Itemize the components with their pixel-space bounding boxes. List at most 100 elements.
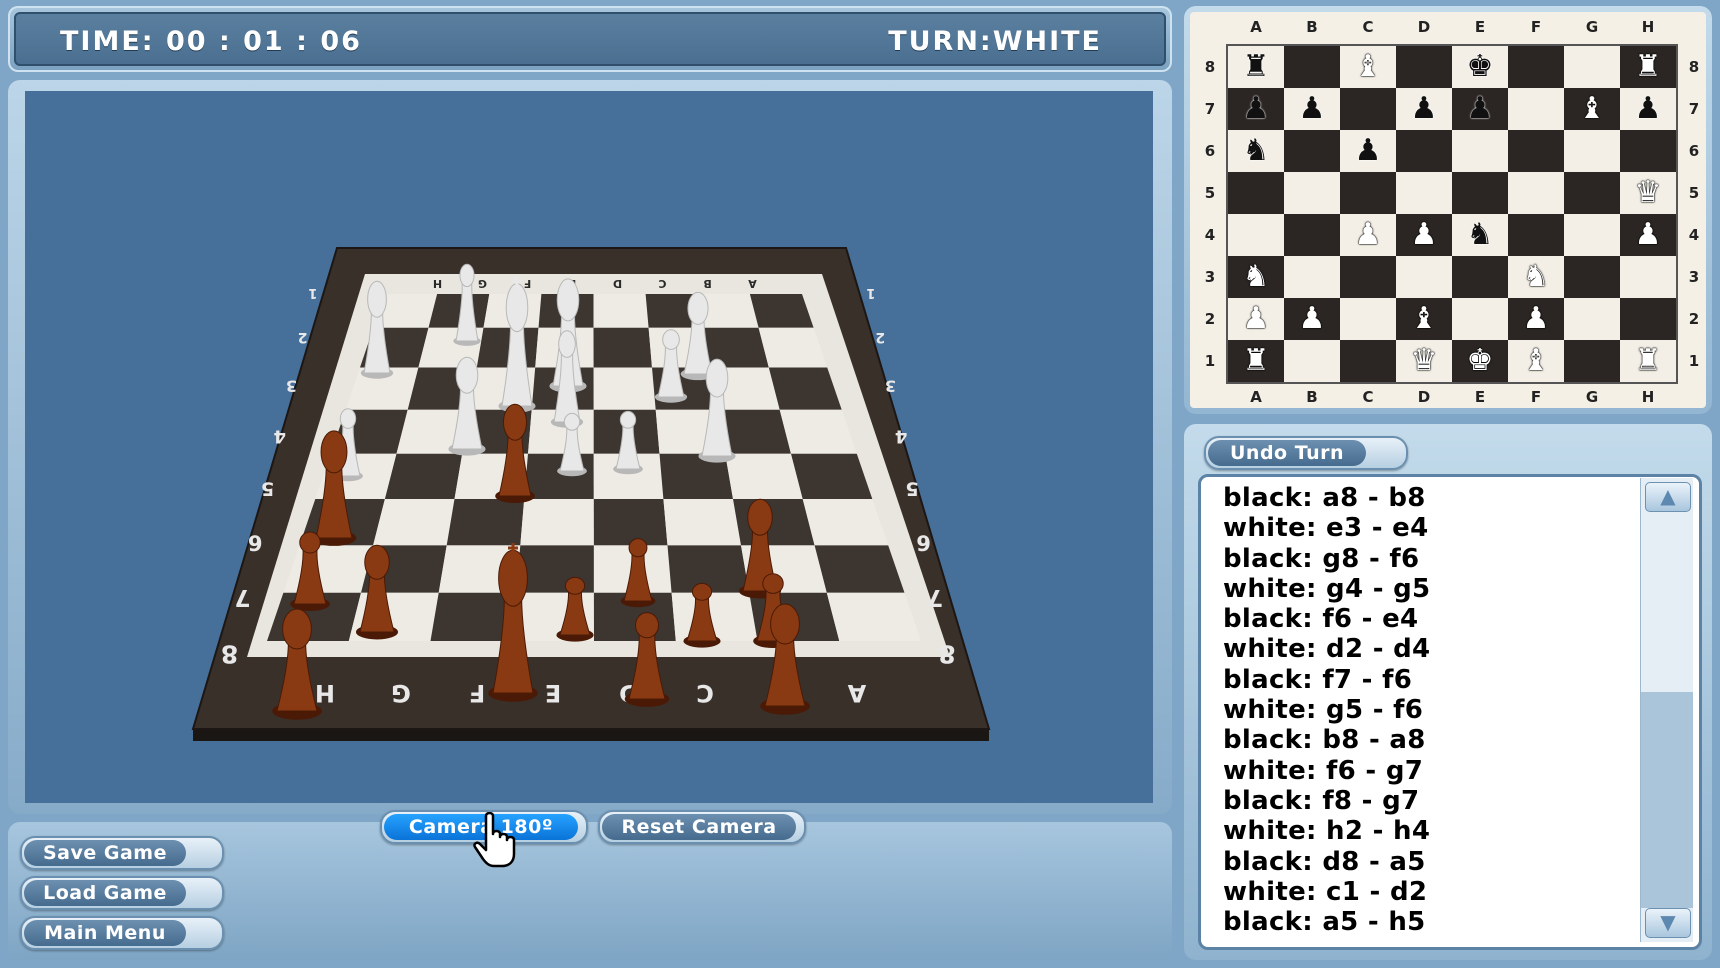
- move-entry: white: h2 - h4: [1223, 816, 1431, 847]
- black-knight-icon[interactable]: ♞: [1228, 130, 1284, 172]
- hand-cursor-icon: [473, 812, 516, 868]
- board-square[interactable]: [1452, 256, 1508, 298]
- white-pawn-icon[interactable]: ♟: [1620, 214, 1676, 256]
- black-pawn-icon[interactable]: ♟: [1340, 130, 1396, 172]
- board-square[interactable]: [1284, 256, 1340, 298]
- file-label: E: [1474, 18, 1486, 36]
- board-square[interactable]: [1564, 172, 1620, 214]
- white-rook-icon[interactable]: ♜: [1228, 340, 1284, 382]
- board-square[interactable]: [1452, 298, 1508, 340]
- chess-3d-board[interactable]: HGFEDCBAHGFEDCBA1122334455667788: [25, 91, 1153, 803]
- file-label: H: [1641, 388, 1655, 406]
- undo-turn-button[interactable]: Undo Turn: [1204, 436, 1408, 470]
- file-label: E: [1474, 388, 1486, 406]
- board-square[interactable]: [1396, 256, 1452, 298]
- load-game-button[interactable]: Load Game: [20, 876, 224, 910]
- board-square[interactable]: [1284, 130, 1340, 172]
- white-pawn-icon[interactable]: ♟: [1284, 298, 1340, 340]
- board-square[interactable]: [1564, 130, 1620, 172]
- undo-turn-label: Undo Turn: [1208, 440, 1366, 466]
- board-square[interactable]: [1284, 172, 1340, 214]
- black-pawn-icon[interactable]: ♟: [1284, 88, 1340, 130]
- white-bishop-icon[interactable]: ♝: [1508, 340, 1564, 382]
- board-square[interactable]: [1508, 130, 1564, 172]
- board-square[interactable]: [1508, 214, 1564, 256]
- scroll-down-arrow-icon[interactable]: ▼: [1645, 908, 1691, 938]
- move-list-scrollbar[interactable]: ▲ ▼: [1640, 478, 1693, 942]
- rank-label: 5: [1204, 184, 1216, 202]
- board3d-file-label: F: [524, 277, 532, 290]
- save-game-button[interactable]: Save Game: [20, 836, 224, 870]
- black-rook-icon[interactable]: ♜: [1228, 46, 1284, 88]
- minimap-board: ♜ ♝ ♚ ♜ ♟ ♟ ♟ ♟ ♝ ♟ ♞ ♟ ♛ ♟ ♟ ♞ ♟ ♞ ♞ ♟ ♟ ♝ ♟ ♜ ♛ ♚ ♝ ♜: [1226, 44, 1678, 384]
- white-queen-icon[interactable]: ♛: [1396, 340, 1452, 382]
- white-rook-icon[interactable]: ♜: [1620, 46, 1676, 88]
- board-square[interactable]: [1340, 298, 1396, 340]
- board3d-file-label: A: [847, 679, 866, 707]
- chess-3d-viewport[interactable]: HGFEDCBAHGFEDCBA1122334455667788: [25, 91, 1153, 803]
- board3d-rank-label: 4: [273, 426, 286, 447]
- board-square[interactable]: [1284, 340, 1340, 382]
- board-square[interactable]: [1508, 172, 1564, 214]
- board-square[interactable]: [1340, 256, 1396, 298]
- board-square[interactable]: [1284, 46, 1340, 88]
- board-square[interactable]: [1564, 214, 1620, 256]
- white-pawn-icon[interactable]: ♟: [1396, 214, 1452, 256]
- main-menu-label: Main Menu: [24, 920, 186, 946]
- file-label: B: [1306, 388, 1318, 406]
- black-king-icon[interactable]: ♚: [1452, 46, 1508, 88]
- white-rook-icon[interactable]: ♜: [1620, 340, 1676, 382]
- board-square[interactable]: [1620, 130, 1676, 172]
- black-pawn-icon[interactable]: ♟: [1452, 88, 1508, 130]
- scrollbar-thumb[interactable]: [1641, 692, 1693, 908]
- rank-label: 1: [1204, 352, 1216, 370]
- board3d-rank-label: 5: [906, 477, 919, 499]
- black-pawn-icon[interactable]: ♟: [1396, 88, 1452, 130]
- board-square[interactable]: [1620, 298, 1676, 340]
- scroll-up-arrow-icon[interactable]: ▲: [1645, 482, 1691, 512]
- white-pawn-icon[interactable]: ♟: [1340, 214, 1396, 256]
- board-square[interactable]: [1340, 340, 1396, 382]
- board-square[interactable]: [1228, 214, 1284, 256]
- white-bishop-icon[interactable]: ♝: [1340, 46, 1396, 88]
- board-square[interactable]: [1340, 88, 1396, 130]
- board-square[interactable]: [1564, 340, 1620, 382]
- board-square[interactable]: [1228, 172, 1284, 214]
- board-square[interactable]: [1620, 256, 1676, 298]
- board-square[interactable]: [1340, 172, 1396, 214]
- white-knight-icon[interactable]: ♞: [1508, 256, 1564, 298]
- file-label: H: [1641, 18, 1655, 36]
- board-square[interactable]: [1396, 130, 1452, 172]
- board-square[interactable]: [1564, 298, 1620, 340]
- white-queen-icon[interactable]: ♛: [1620, 172, 1676, 214]
- board3d-file-label: D: [613, 277, 622, 290]
- board3d-file-label: H: [315, 679, 335, 707]
- board-square[interactable]: [1396, 172, 1452, 214]
- board-square[interactable]: [1452, 172, 1508, 214]
- black-pawn-icon[interactable]: ♟: [1620, 88, 1676, 130]
- white-knight-icon[interactable]: ♞: [1228, 256, 1284, 298]
- file-label: C: [1362, 18, 1374, 36]
- black-knight-icon[interactable]: ♞: [1452, 214, 1508, 256]
- board-square[interactable]: [1508, 46, 1564, 88]
- black-pawn-icon[interactable]: ♟: [1228, 88, 1284, 130]
- white-bishop-icon[interactable]: ♝: [1396, 298, 1452, 340]
- board-square[interactable]: [1396, 46, 1452, 88]
- main-menu-button[interactable]: Main Menu: [20, 916, 224, 950]
- board3d-square: [520, 499, 594, 546]
- board-square[interactable]: [1452, 130, 1508, 172]
- board-square[interactable]: [1564, 256, 1620, 298]
- rank-label: 7: [1688, 100, 1700, 118]
- board-square[interactable]: [1508, 88, 1564, 130]
- white-bishop-icon[interactable]: ♝: [1564, 88, 1620, 130]
- board-square[interactable]: [1564, 46, 1620, 88]
- board-square[interactable]: [1284, 214, 1340, 256]
- board3d-rank-label: 7: [234, 584, 250, 610]
- white-pawn-icon[interactable]: ♟: [1228, 298, 1284, 340]
- reset-camera-button[interactable]: Reset Camera: [598, 810, 806, 844]
- white-king-icon[interactable]: ♚: [1452, 340, 1508, 382]
- move-history-list[interactable]: black: a8 - b8 white: e3 - e4 black: g8 - …: [1198, 474, 1702, 950]
- board3d-file-label: C: [696, 679, 714, 707]
- white-pawn-icon[interactable]: ♟: [1508, 298, 1564, 340]
- save-game-label: Save Game: [24, 840, 186, 866]
